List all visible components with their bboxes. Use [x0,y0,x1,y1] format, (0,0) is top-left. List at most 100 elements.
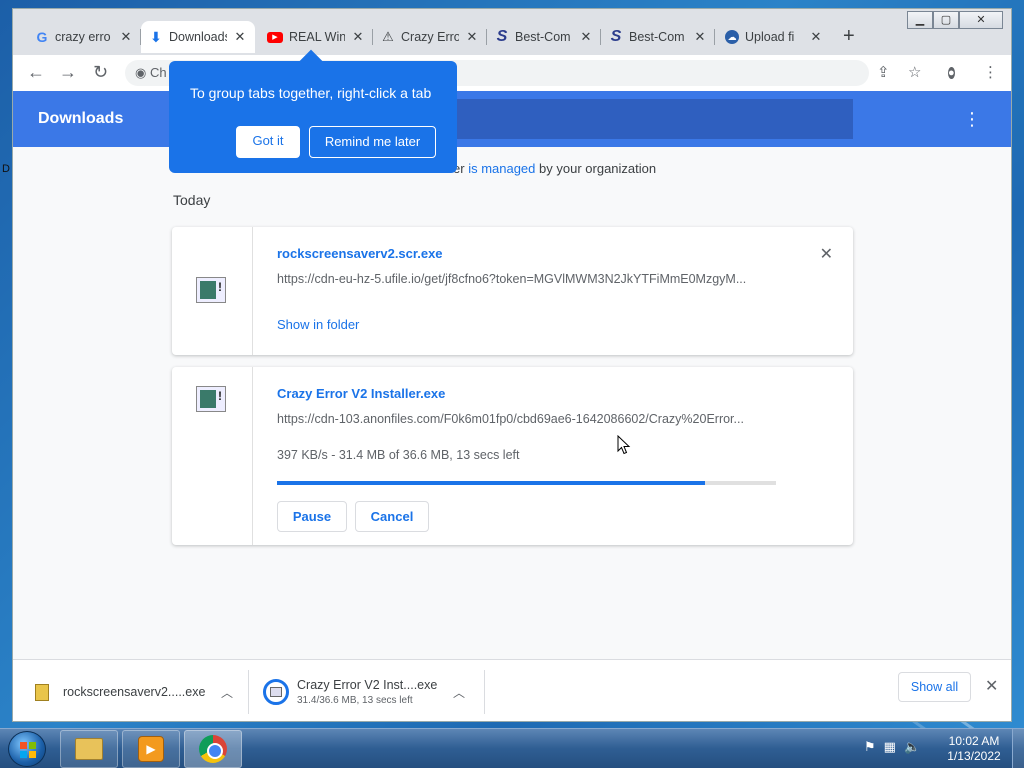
show-all-button[interactable]: Show all [898,672,971,702]
taskbar: ▶ ⚑ ▦ 🔈 10:02 AM 1/13/2022 [0,728,1024,768]
more-actions-icon[interactable]: ⋮ [963,109,981,130]
tab-downloads[interactable]: ⬇ Downloads ✕ [141,21,255,53]
taskbar-chrome[interactable] [184,730,242,768]
back-arrow-icon[interactable]: ← [27,62,45,83]
tab-strip: G crazy erro ✕ ⬇ Downloads ✕ ▶ REAL Win … [13,9,1011,55]
tab-group-tooltip: To group tabs together, right-click a ta… [169,49,457,173]
download-progress-ring-icon [263,679,289,705]
cancel-button[interactable]: Cancel [355,501,429,532]
download-url: https://cdn-103.anonfiles.com/F0k6m01fp0… [277,412,744,426]
brand-s-icon: S [610,28,622,45]
got-it-button[interactable]: Got it [236,126,300,158]
tab-title: Upload fi [745,30,795,44]
close-icon[interactable]: ✕ [693,29,707,45]
file-exe-icon [196,277,226,303]
close-icon[interactable]: ✕ [465,29,479,45]
tab-crazy-error[interactable]: ⚠ Crazy Erro ✕ [373,23,487,51]
shelf-item-name: rockscreensaverv2.....exe [63,685,206,699]
tab-title: REAL Win [289,30,345,44]
minimize-icon[interactable]: ▁ [907,11,933,29]
mouse-cursor-icon [617,435,631,455]
download-shelf: rockscreensaverv2.....exe ︿ Crazy Error … [13,659,1011,721]
system-tray: ⚑ ▦ 🔈 [864,739,920,755]
brand-s-icon: S [496,28,508,45]
show-desktop-button[interactable] [1012,729,1024,768]
address-text: Ch [149,65,167,80]
clock-time: 10:02 AM [948,734,1000,748]
chrome-badge-icon: ◉ [135,65,147,80]
managed-link[interactable]: is managed [468,161,535,176]
start-button[interactable] [8,731,46,767]
profile-icon[interactable]: ● [948,63,955,82]
system-clock[interactable]: 10:02 AM 1/13/2022 [944,734,1004,764]
close-icon[interactable]: ✕ [809,29,823,45]
browser-window: G crazy erro ✕ ⬇ Downloads ✕ ▶ REAL Win … [12,8,1012,722]
tab-title: Best-Com [515,30,571,44]
tab-title: Downloads [169,30,227,44]
section-date-header: Today [173,192,211,208]
reload-icon[interactable]: ↻ [93,62,108,83]
search-downloads-input[interactable] [443,99,853,139]
tab-youtube[interactable]: ▶ REAL Win ✕ [259,23,373,51]
download-filename-link[interactable]: Crazy Error V2 Installer.exe [277,386,445,401]
managed-notice: er is managed by your organization [453,161,657,176]
tab-google-search[interactable]: G crazy erro ✕ [27,23,141,51]
clock-date: 1/13/2022 [947,749,1001,763]
google-icon: G [36,29,48,45]
media-player-icon: ▶ [138,736,164,762]
desktop-icon-label[interactable]: D [2,163,10,175]
tab-title: Best-Com [629,30,685,44]
window-controls: ▁ ▢ ✕ [907,11,1003,29]
close-icon[interactable]: ✕ [351,29,365,45]
page-title: Downloads [38,110,124,127]
file-archive-icon [35,683,49,701]
remind-later-button[interactable]: Remind me later [309,126,436,158]
file-exe-icon [196,386,226,412]
close-icon[interactable]: ✕ [579,29,593,45]
volume-icon[interactable]: 🔈 [904,739,920,755]
download-status: 397 KB/s - 31.4 MB of 36.6 MB, 13 secs l… [277,448,520,462]
pause-button[interactable]: Pause [277,501,347,532]
chrome-icon [199,735,227,763]
youtube-icon: ▶ [267,31,283,43]
triangle-icon: ⚠ [382,29,394,44]
close-shelf-icon[interactable]: ✕ [985,676,998,696]
taskbar-explorer[interactable] [60,730,118,768]
tab-best-com-1[interactable]: S Best-Com ✕ [487,23,601,51]
new-tab-plus-icon[interactable]: + [843,25,855,48]
close-icon[interactable]: ✕ [119,29,133,45]
maximize-icon[interactable]: ▢ [933,11,959,29]
share-icon[interactable]: ⇪ [877,63,890,81]
forward-arrow-icon[interactable]: → [59,62,77,83]
tab-title: Crazy Erro [401,30,459,44]
download-url: https://cdn-eu-hz-5.ufile.io/get/jf8cfno… [277,272,747,286]
upload-icon: ☁ [725,30,739,44]
windows-logo-icon [20,742,36,758]
download-icon: ⬇ [150,28,162,45]
tab-upload[interactable]: ☁ Upload fi ✕ [717,23,831,51]
tooltip-message: To group tabs together, right-click a ta… [190,85,432,101]
shelf-item[interactable]: Crazy Error V2 Inst....exe 31.4/36.6 MB,… [251,668,485,716]
star-icon[interactable]: ☆ [908,63,921,81]
downloads-page: Downloads ⋮ er is managed by your organi… [13,91,1011,659]
taskbar-media-player[interactable]: ▶ [122,730,180,768]
browser-toolbar: ← → ↻ ◉ Ch ⇪ ☆ ● ⋮ [13,55,1011,91]
window-close-icon[interactable]: ✕ [959,11,1003,29]
chevron-up-icon[interactable]: ︿ [453,684,465,701]
download-card: Crazy Error V2 Installer.exe https://cdn… [172,367,853,545]
download-filename-link[interactable]: rockscreensaverv2.scr.exe [277,246,443,261]
download-progress-bar [277,481,776,485]
show-in-folder-link[interactable]: Show in folder [277,317,359,332]
downloads-header: Downloads ⋮ [13,91,1011,147]
tab-title: crazy erro [55,30,111,44]
chevron-up-icon[interactable]: ︿ [221,684,233,701]
remove-download-icon[interactable]: ✕ [820,244,833,264]
network-icon[interactable]: ▦ [884,739,896,755]
action-center-flag-icon[interactable]: ⚑ [864,739,876,755]
close-icon[interactable]: ✕ [233,29,247,45]
shelf-item-status: 31.4/36.6 MB, 13 secs left [297,695,413,706]
menu-kebab-icon[interactable]: ⋮ [983,63,998,81]
tab-best-com-2[interactable]: S Best-Com ✕ [601,23,715,51]
progress-fill [277,481,706,485]
shelf-item[interactable]: rockscreensaverv2.....exe ︿ [13,668,249,716]
